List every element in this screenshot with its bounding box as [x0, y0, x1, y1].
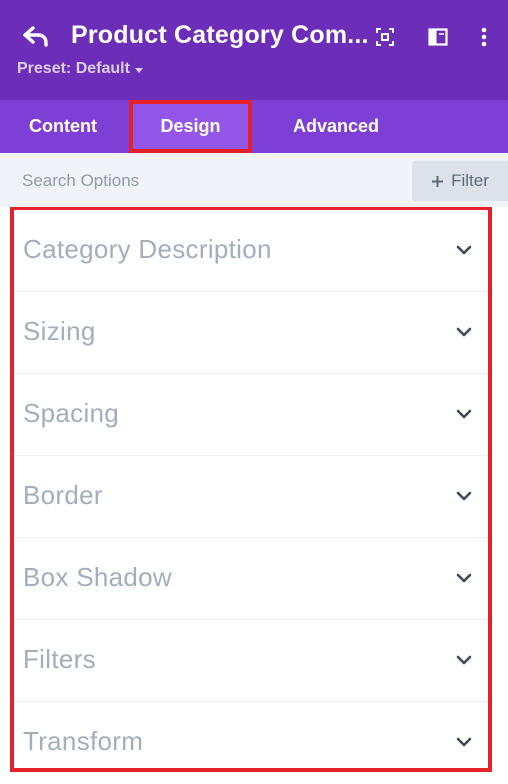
option-group-label: Sizing [23, 316, 96, 346]
module-settings-header: Product Category Com... Preset: Default [0, 0, 508, 100]
option-group-spacing[interactable]: Spacing [14, 374, 488, 456]
caret-down-icon [134, 67, 143, 73]
search-input[interactable] [10, 161, 414, 201]
preset-label: Preset: Default [17, 60, 130, 77]
option-group-label: Border [23, 480, 103, 510]
chevron-down-icon [456, 737, 472, 747]
chevron-down-icon [456, 327, 472, 337]
tab-design[interactable]: Design [129, 100, 252, 153]
preset-selector[interactable]: Preset: Default [17, 60, 143, 78]
more-options-button[interactable] [471, 25, 497, 49]
chevron-down-icon [456, 245, 472, 255]
module-title: Product Category Com... [71, 21, 369, 49]
option-group-border[interactable]: Border [14, 456, 488, 538]
chevron-down-icon [456, 409, 472, 419]
option-group-sizing[interactable]: Sizing [14, 292, 488, 374]
tab-content[interactable]: Content [0, 100, 126, 153]
plus-icon [432, 175, 444, 187]
settings-tabs: Content Design Advanced [0, 100, 508, 153]
tab-advanced[interactable]: Advanced [256, 100, 416, 153]
option-group-box-shadow[interactable]: Box Shadow [14, 538, 488, 620]
option-groups-list: Category Description Sizing Spacing Bord… [10, 207, 492, 772]
back-button[interactable] [20, 22, 52, 52]
option-group-label: Spacing [23, 398, 120, 428]
chevron-down-icon [456, 573, 472, 583]
option-group-label: Box Shadow [23, 562, 172, 592]
split-layout-icon [428, 28, 448, 46]
search-bar: Filter [0, 153, 508, 207]
option-group-label: Transform [23, 726, 144, 756]
option-group-label: Filters [23, 644, 96, 674]
option-group-filters[interactable]: Filters [14, 620, 488, 702]
more-vertical-icon [481, 27, 487, 47]
chevron-down-icon [456, 655, 472, 665]
option-group-label: Category Description [23, 234, 272, 264]
option-group-category-description[interactable]: Category Description [14, 210, 488, 292]
filter-label: Filter [451, 171, 489, 190]
focus-mode-button[interactable] [372, 25, 398, 49]
option-group-transform[interactable]: Transform [14, 702, 488, 784]
filter-button[interactable]: Filter [412, 161, 508, 201]
split-view-button[interactable] [425, 25, 451, 49]
back-arrow-icon [23, 26, 48, 47]
focus-icon [376, 28, 394, 46]
chevron-down-icon [456, 491, 472, 501]
